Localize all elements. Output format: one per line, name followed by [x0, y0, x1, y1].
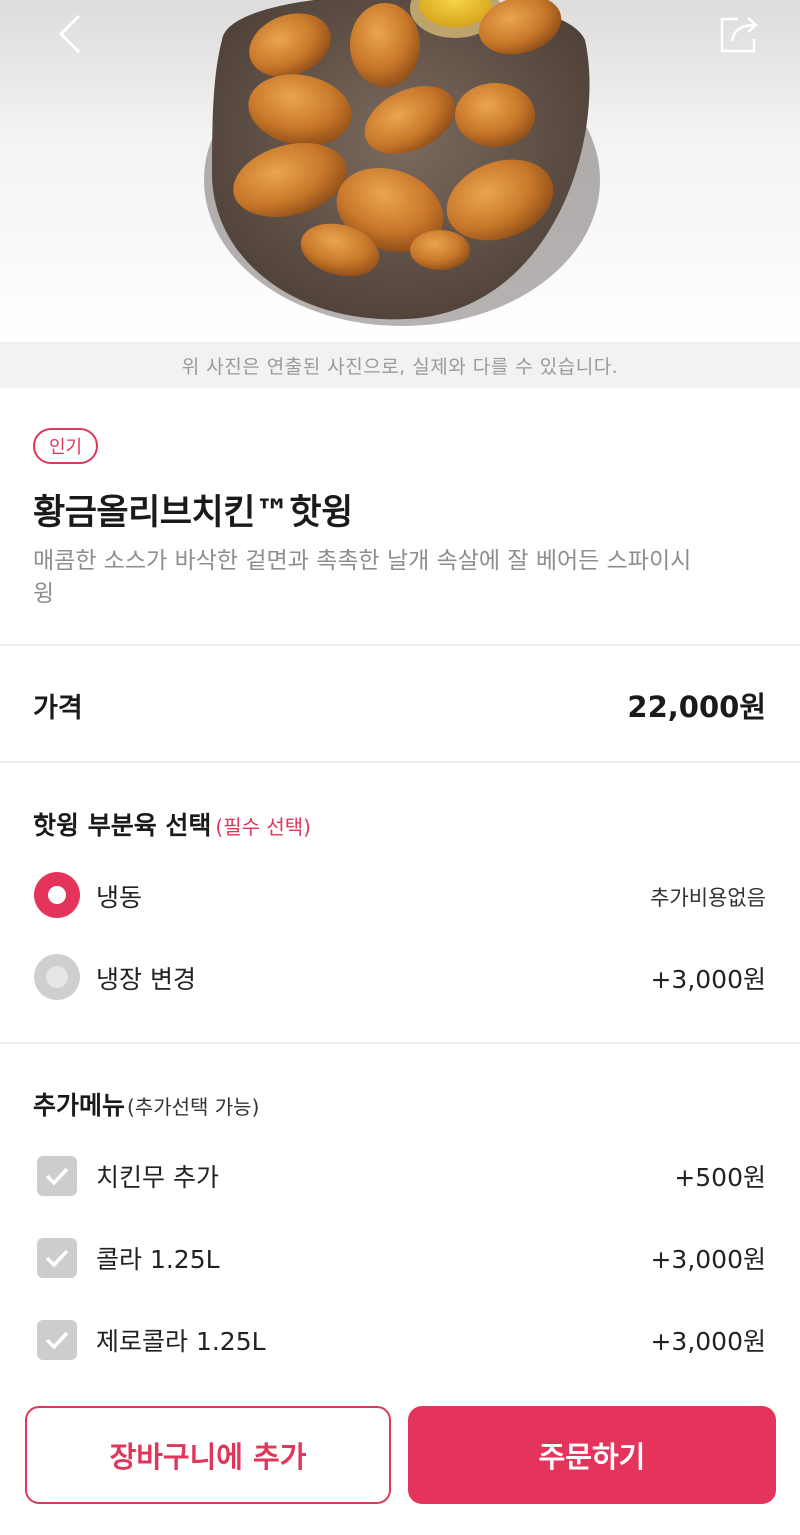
extra-item-label: 제로콜라 1.25L: [96, 1327, 266, 1356]
checkmark-icon: [45, 1249, 69, 1268]
price-label: 가격: [33, 693, 83, 724]
part-select-title: 핫윙 부분육 선택 (필수 선택): [33, 806, 311, 842]
extra-menu-note: (추가선택 가능): [127, 1095, 260, 1119]
option-label: 냉동: [96, 883, 143, 912]
extra-item-radish[interactable]: 치킨무 추가 +500원: [0, 1146, 800, 1206]
radio-selected-icon[interactable]: [34, 872, 80, 918]
back-button[interactable]: [44, 8, 96, 60]
extra-item-price: +3,000원: [650, 1327, 766, 1356]
extra-menu-title-text: 추가메뉴: [33, 1091, 126, 1120]
product-description: 매콤한 소스가 바삭한 겉면과 촉촉한 날개 속살에 잘 베어든 스파이시 윙: [33, 548, 692, 607]
extra-item-zero-cola[interactable]: 제로콜라 1.25L +3,000원: [0, 1310, 800, 1370]
required-label: (필수 선택): [215, 815, 311, 839]
option-chilled[interactable]: 냉장 변경 +3,000원: [0, 948, 800, 1008]
extra-item-price: +3,000원: [650, 1245, 766, 1274]
extra-item-label: 콜라 1.25L: [96, 1245, 220, 1274]
order-button[interactable]: 주문하기: [408, 1406, 776, 1504]
product-title: 황금올리브치킨™핫윙: [33, 493, 353, 533]
divider: [0, 761, 800, 763]
product-hero-image: [0, 0, 800, 342]
option-price: 추가비용없음: [650, 886, 766, 910]
radio-unselected-icon[interactable]: [34, 954, 80, 1000]
option-frozen[interactable]: 냉동 추가비용없음: [0, 866, 800, 926]
chevron-left-icon: [58, 14, 81, 54]
extra-menu-title: 추가메뉴 (추가선택 가능): [33, 1086, 259, 1122]
checkmark-icon: [45, 1331, 69, 1350]
share-icon: [720, 17, 758, 53]
share-button[interactable]: [712, 8, 768, 60]
option-label: 냉장 변경: [96, 965, 196, 994]
price-value: 22,000원: [627, 690, 766, 724]
extra-item-label: 치킨무 추가: [96, 1163, 219, 1192]
popular-badge: 인기: [33, 428, 99, 464]
photo-disclaimer: 위 사진은 연출된 사진으로, 실제와 다를 수 있습니다.: [0, 342, 800, 388]
checkbox[interactable]: [37, 1238, 77, 1278]
option-price: +3,000원: [650, 965, 766, 994]
fried-chicken-photo: [204, 0, 600, 326]
checkbox[interactable]: [37, 1320, 77, 1360]
divider: [0, 644, 800, 646]
divider: [0, 1042, 800, 1044]
extra-item-price: +500원: [674, 1163, 766, 1192]
checkbox[interactable]: [37, 1156, 77, 1196]
add-to-cart-button[interactable]: 장바구니에 추가: [25, 1406, 391, 1504]
checkmark-icon: [45, 1167, 69, 1186]
extra-item-cola[interactable]: 콜라 1.25L +3,000원: [0, 1228, 800, 1288]
part-select-title-text: 핫윙 부분육 선택: [33, 811, 212, 840]
